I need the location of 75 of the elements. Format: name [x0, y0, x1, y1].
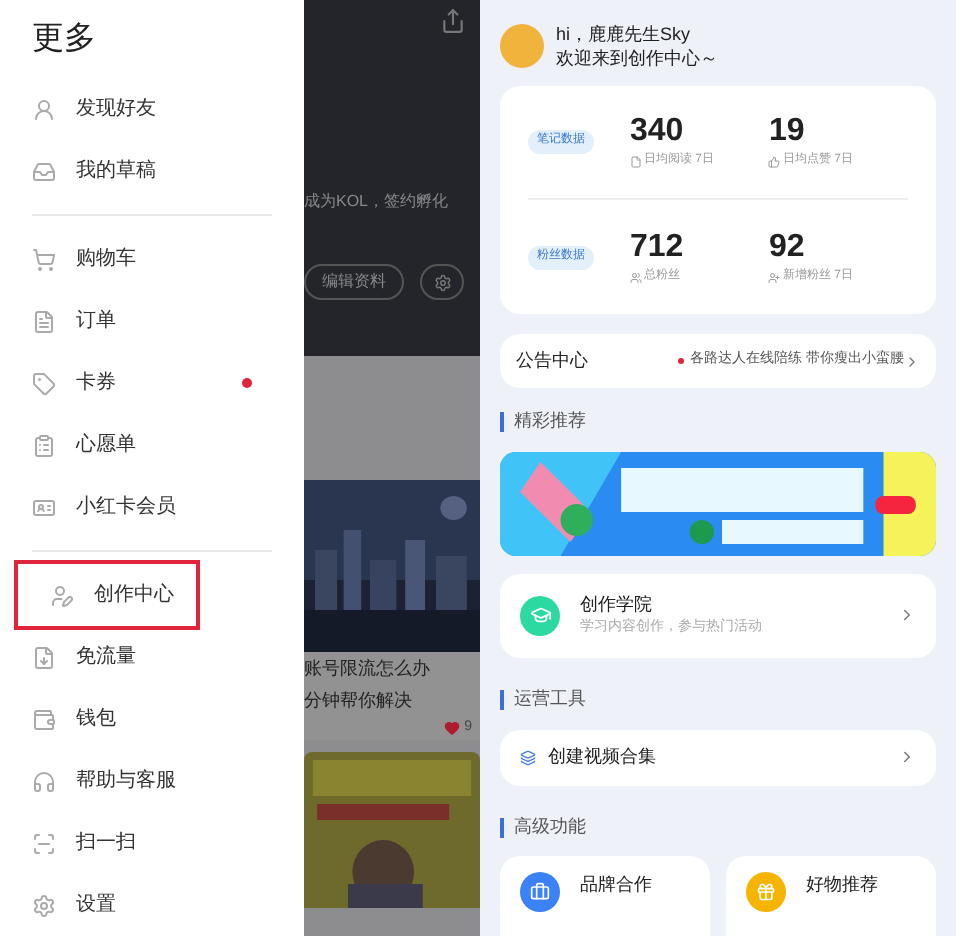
menu-label: 设置: [76, 891, 116, 920]
feature-icon: [746, 872, 786, 912]
menu-icon: [32, 707, 56, 731]
menu-icon: [32, 769, 56, 793]
menu-icon: [32, 495, 56, 519]
settings-button[interactable]: [420, 264, 464, 300]
feature-card[interactable]: 好物推荐: [726, 856, 936, 936]
feature-title: 品牌合作: [580, 872, 652, 898]
chevron-icon: [898, 748, 916, 767]
gear-icon: [433, 273, 451, 291]
menu-icon: [32, 97, 56, 121]
section-heading: 精彩推荐: [514, 408, 586, 435]
section-heading: 高级功能: [514, 814, 586, 841]
menu-item[interactable]: 小红卡会员: [0, 476, 304, 538]
menu-item[interactable]: 发现好友: [0, 78, 304, 140]
menu-label: 发现好友: [76, 96, 156, 124]
metric-icon: [768, 271, 781, 284]
tool-label: 创建视频合集: [548, 744, 656, 771]
metric-icon: [768, 155, 781, 168]
menu-icon: [32, 371, 56, 395]
menu-icon: [32, 309, 56, 333]
menu-item[interactable]: 钱包: [0, 688, 304, 750]
menu-item[interactable]: 心愿单: [0, 414, 304, 476]
menu-item[interactable]: 购物车: [0, 228, 304, 290]
metric-value: 19: [768, 112, 807, 152]
menu-label: 购物车: [76, 245, 136, 274]
feature-title: 好物推荐: [806, 872, 878, 898]
menu-item[interactable]: 我的草稿: [0, 140, 304, 202]
greeting-text: hi，鹿鹿先生Sky: [556, 22, 693, 47]
menu-icon: [32, 433, 56, 457]
menu-item[interactable]: 扫一扫: [0, 812, 304, 874]
metric-value: 340: [629, 112, 686, 152]
feature-icon: [520, 872, 560, 912]
feature-card[interactable]: 品牌合作: [500, 856, 710, 936]
menu-item[interactable]: 帮助与客服: [0, 750, 304, 812]
menu-label: 钱包: [76, 706, 116, 734]
chevron-icon: [898, 606, 916, 625]
menu-item[interactable]: 订单: [0, 290, 304, 352]
metric-value: 712: [629, 228, 686, 268]
layers-icon: [520, 749, 536, 766]
menu-label: 订单: [76, 307, 116, 336]
menu-icon: [50, 583, 74, 607]
bio-text: 成为KOL，签约孵化: [304, 190, 451, 214]
menu-label: 我的草稿: [76, 157, 156, 186]
chevron-icon: [904, 353, 920, 370]
menu-label: 卡券: [76, 369, 116, 398]
menu-icon: [32, 831, 56, 855]
welcome-text: 欢迎来到创作中心～: [556, 46, 718, 71]
heart-icon[interactable]: [444, 720, 461, 736]
menu-item[interactable]: 免流量: [0, 626, 304, 688]
share-icon[interactable]: [440, 8, 466, 34]
graduation-cap-icon: [520, 595, 560, 636]
section-heading: 运营工具: [514, 685, 586, 712]
tool-item[interactable]: 创建视频合集: [500, 729, 936, 786]
menu-icon: [32, 247, 56, 271]
metric-value: 92: [768, 228, 807, 268]
academy-title: 创作学院: [580, 591, 654, 618]
menu-icon: [32, 893, 56, 917]
menu-icon: [32, 645, 56, 669]
drawer-title: 更多: [32, 19, 96, 59]
menu-label: 免流量: [76, 643, 136, 672]
menu-label: 扫一扫: [76, 829, 136, 858]
menu-item[interactable]: 卡券: [0, 352, 304, 414]
menu-icon: [32, 159, 56, 183]
menu-label: 帮助与客服: [76, 767, 176, 796]
metric-icon: [629, 155, 642, 168]
menu-label: 小红卡会员: [76, 493, 176, 522]
menu-label: 心愿单: [76, 431, 136, 460]
edit-profile-button[interactable]: 编辑资料: [304, 264, 404, 300]
metric-icon: [629, 271, 642, 284]
post-title: 账号限流怎么办 分钟帮你解决: [304, 656, 432, 714]
announcement-title: 公告中心: [516, 347, 588, 374]
menu-label: 创作中心: [94, 581, 174, 610]
menu-item[interactable]: 设置: [0, 874, 304, 936]
menu-item[interactable]: 创作中心: [18, 564, 196, 626]
